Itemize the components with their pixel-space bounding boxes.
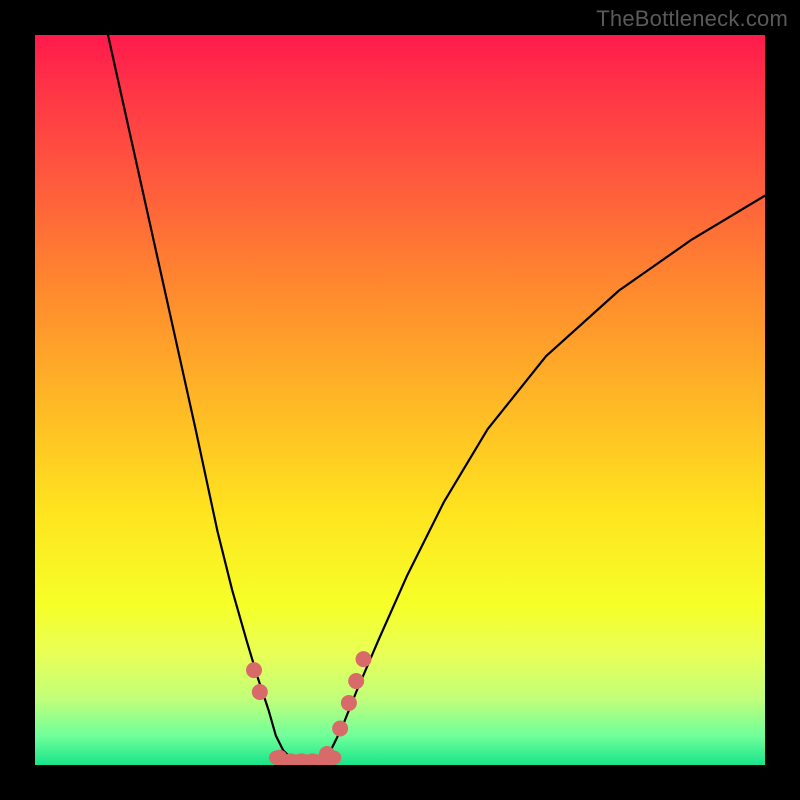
highlight-dot xyxy=(356,651,372,667)
highlight-dot xyxy=(348,673,364,689)
curve-path xyxy=(108,35,291,758)
plot-area xyxy=(35,35,765,765)
chart-svg xyxy=(35,35,765,765)
highlight-dot xyxy=(341,695,357,711)
curve-path xyxy=(327,196,765,758)
highlight-dot xyxy=(246,662,262,678)
highlight-dot xyxy=(332,721,348,737)
highlight-dot xyxy=(252,684,268,700)
watermark-text: TheBottleneck.com xyxy=(596,6,788,32)
chart-frame: TheBottleneck.com xyxy=(0,0,800,800)
highlight-dot xyxy=(319,746,335,762)
